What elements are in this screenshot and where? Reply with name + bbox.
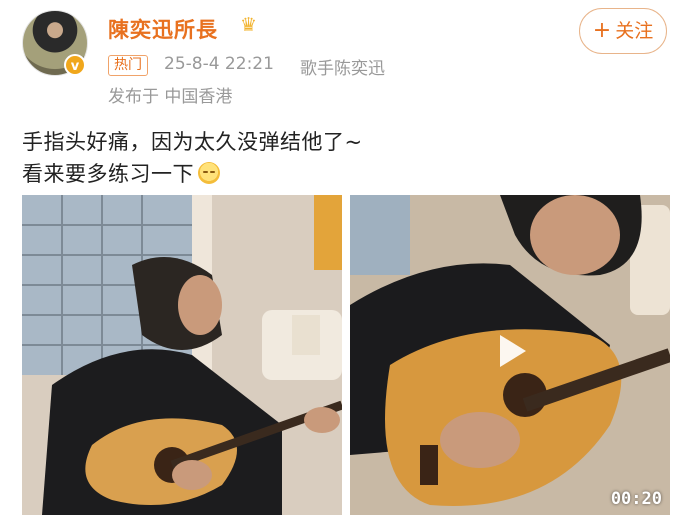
post-photo-left[interactable] bbox=[22, 195, 342, 515]
post-header: v 陳奕迅所長 ♛ 热门 25-8-4 22:21 歌手陈奕迅 发布于 中国香港… bbox=[0, 0, 690, 110]
video-duration: 00:20 bbox=[610, 489, 662, 509]
post-source: 歌手陈奕迅 bbox=[300, 59, 385, 79]
photo-left-image bbox=[22, 195, 342, 515]
post-timestamp: 25-8-4 22:21 bbox=[164, 54, 274, 74]
author-name[interactable]: 陳奕迅所長 bbox=[108, 14, 218, 44]
follow-button[interactable]: + 关注 bbox=[579, 8, 667, 54]
post-text-line-2-content: 看来要多练习一下 bbox=[22, 162, 194, 186]
hot-tag-badge: 热门 bbox=[108, 55, 148, 76]
verified-badge-icon: v bbox=[64, 54, 86, 76]
follow-label: 关注 bbox=[615, 20, 654, 42]
play-icon[interactable] bbox=[500, 335, 526, 367]
post-video-right[interactable]: 00:20 bbox=[350, 195, 670, 515]
post-text-line-2: 看来要多练习一下 bbox=[22, 158, 662, 190]
post-location: 发布于 中国香港 bbox=[108, 87, 233, 107]
crown-icon: ♛ bbox=[240, 14, 258, 36]
sleepy-face-emoji-icon bbox=[198, 162, 220, 184]
plus-icon: + bbox=[592, 18, 612, 43]
post-body: 手指头好痛，因为太久没弹结他了~ 看来要多练习一下 bbox=[22, 126, 662, 190]
post-text-line-1: 手指头好痛，因为太久没弹结他了~ bbox=[22, 130, 363, 154]
